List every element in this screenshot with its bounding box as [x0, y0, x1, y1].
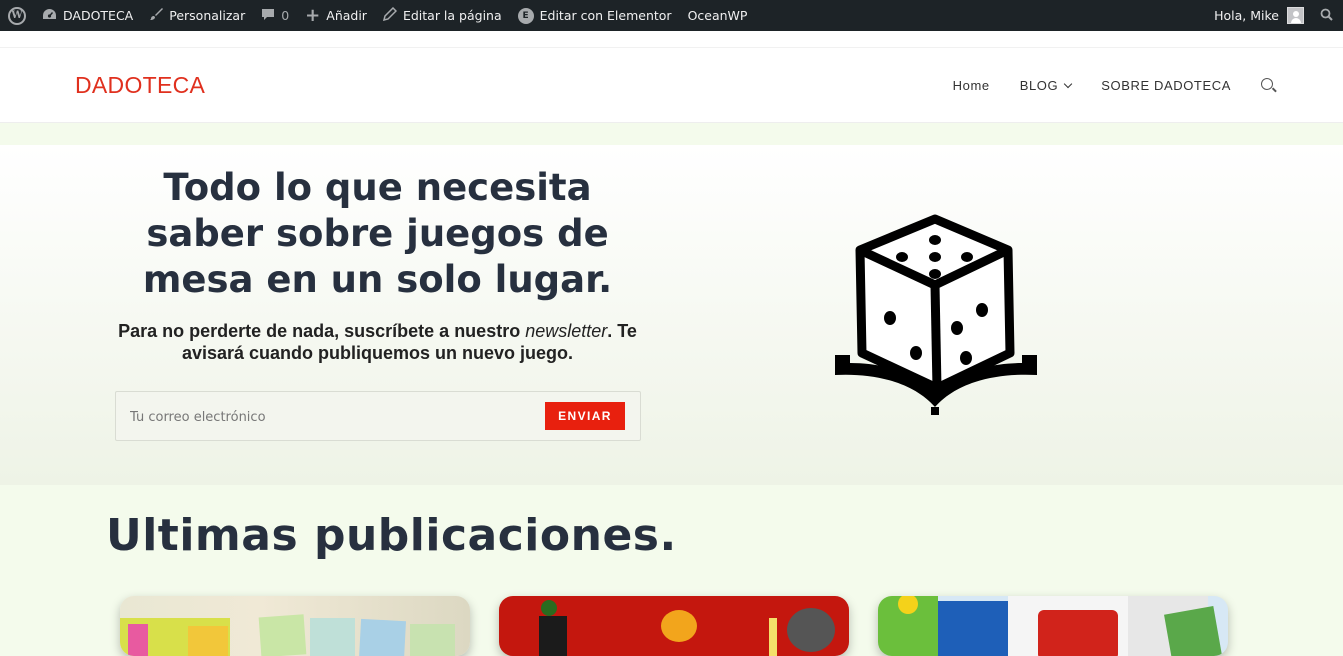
- edit-elementor-label: Editar con Elementor: [539, 8, 672, 23]
- main-nav: Home BLOG SOBRE DADOTECA: [923, 48, 1273, 123]
- comment-icon: [261, 8, 275, 24]
- oceanwp-link[interactable]: OceanWP: [680, 0, 756, 31]
- search-icon: [1320, 8, 1333, 24]
- elementor-icon: E: [517, 7, 534, 24]
- wordpress-logo-icon: W: [8, 6, 26, 25]
- edit-elementor-link[interactable]: E Editar con Elementor: [510, 0, 680, 31]
- hero-subtitle-em: newsletter: [525, 321, 608, 341]
- hero-title: Todo lo que necesita saber sobre juegos …: [142, 166, 613, 301]
- site-logo[interactable]: DADOTECA: [75, 72, 205, 99]
- submit-button[interactable]: ENVIAR: [545, 402, 625, 430]
- comments-count: 0: [281, 8, 290, 23]
- customize-label: Personalizar: [169, 8, 246, 23]
- pencil-icon: [382, 6, 398, 24]
- post-card-image: [539, 600, 835, 656]
- post-card-image: [878, 596, 1222, 656]
- site-name-label: DADOTECA: [63, 8, 134, 23]
- dashboard-icon: [42, 8, 57, 24]
- post-card[interactable]: [120, 596, 470, 656]
- greeting-label: Hola, Mike: [1214, 8, 1279, 23]
- nav-item-home[interactable]: Home: [953, 78, 990, 93]
- hero-subtitle-pre: Para no perderte de nada, suscríbete a n…: [118, 321, 526, 341]
- edit-page-label: Editar la página: [402, 8, 502, 23]
- my-account[interactable]: Hola, Mike: [1206, 0, 1312, 31]
- customize-link[interactable]: Personalizar: [141, 0, 253, 31]
- nav-item-blog-label: BLOG: [1019, 78, 1059, 93]
- admin-bar: W DADOTECA Personalizar 0 + Añadir Edita…: [0, 0, 1343, 31]
- wordpress-menu[interactable]: W: [0, 0, 34, 31]
- hero-subtitle: Para no perderte de nada, suscríbete a n…: [105, 320, 650, 364]
- search-icon[interactable]: [1261, 77, 1273, 90]
- admin-search[interactable]: [1312, 0, 1343, 31]
- brush-icon: [149, 7, 164, 24]
- nav-item-sobre[interactable]: SOBRE DADOTECA: [1101, 78, 1231, 93]
- nav-item-blog[interactable]: BLOG: [1019, 78, 1073, 93]
- section-title: Ultimas publicaciones.: [106, 510, 677, 561]
- top-strip: [0, 31, 1343, 48]
- post-card-image: [120, 614, 455, 656]
- newsletter-form: ENVIAR: [115, 391, 641, 441]
- add-new-link[interactable]: + Añadir: [297, 0, 375, 31]
- edit-page-link[interactable]: Editar la página: [375, 0, 510, 31]
- avatar-icon: [1287, 7, 1304, 24]
- post-card[interactable]: [878, 596, 1228, 656]
- hero-section: Todo lo que necesita saber sobre juegos …: [0, 145, 1343, 485]
- add-new-label: Añadir: [326, 8, 367, 23]
- plus-icon: +: [305, 4, 321, 26]
- site-name-link[interactable]: DADOTECA: [34, 0, 141, 31]
- post-card[interactable]: [499, 596, 849, 656]
- dice-book-icon: [835, 214, 1037, 415]
- chevron-down-icon: [1063, 79, 1073, 88]
- oceanwp-label: OceanWP: [687, 8, 748, 23]
- comments-link[interactable]: 0: [253, 0, 297, 31]
- site-header: DADOTECA Home BLOG SOBRE DADOTECA: [0, 48, 1343, 123]
- email-field[interactable]: [130, 406, 510, 428]
